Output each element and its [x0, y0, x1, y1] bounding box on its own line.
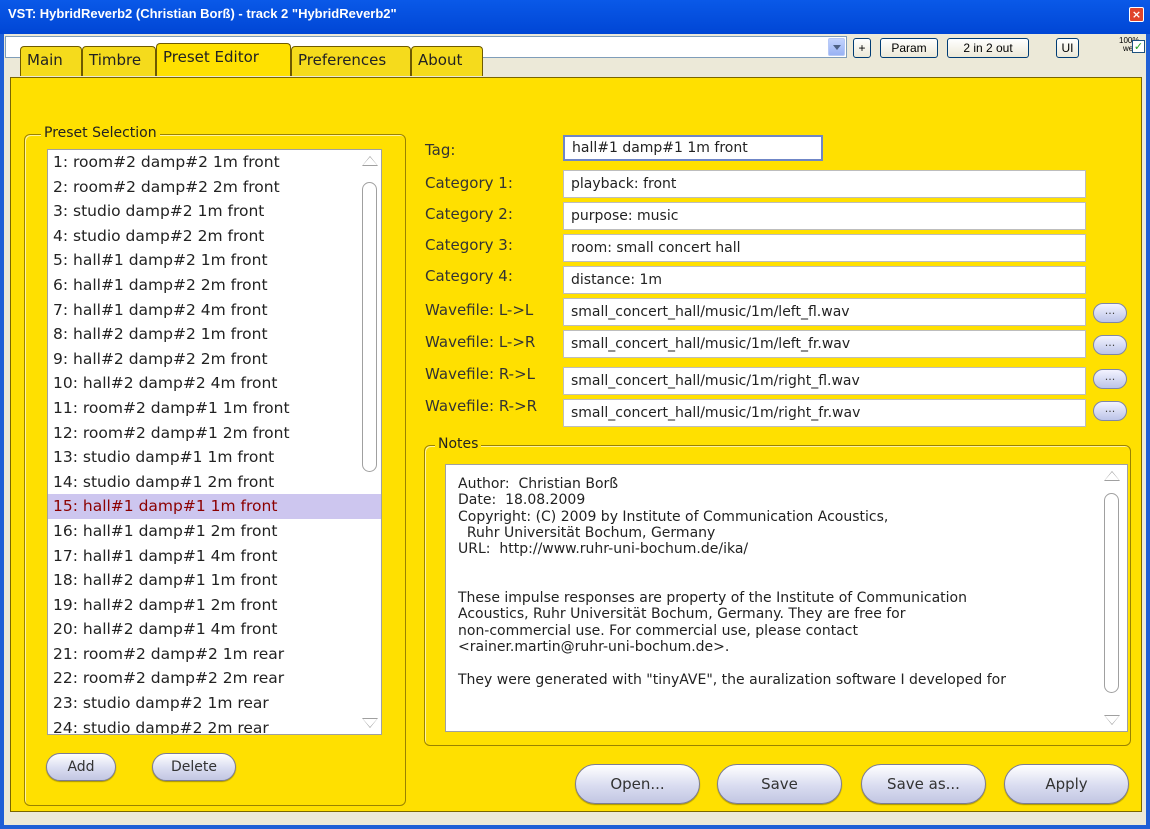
category-2-label: Category 2:	[425, 205, 513, 223]
list-item[interactable]: 22: room#2 damp#2 2m rear	[48, 666, 381, 691]
tag-label: Tag:	[425, 141, 456, 159]
preset-list[interactable]: 1: room#2 damp#2 1m front 2: room#2 damp#…	[47, 149, 382, 735]
wavefile-rr-label: Wavefile: R->R	[425, 397, 538, 415]
list-item[interactable]: 11: room#2 damp#1 1m front	[48, 396, 381, 421]
scroll-up-icon[interactable]	[362, 156, 378, 166]
preset-editor-panel: Preset Selection 1: room#2 damp#2 1m fro…	[10, 77, 1142, 812]
tab-about[interactable]: About	[411, 46, 483, 76]
category-2-input[interactable]: purpose: music	[563, 202, 1086, 230]
wavefile-ll-label: Wavefile: L->L	[425, 301, 534, 319]
list-item[interactable]: 13: studio damp#1 1m front	[48, 445, 381, 470]
list-item[interactable]: 12: room#2 damp#1 2m front	[48, 421, 381, 446]
wavefile-lr-label: Wavefile: L->R	[425, 333, 536, 351]
notes-legend: Notes	[435, 436, 482, 452]
wavefile-rr-input[interactable]: small_concert_hall/music/1m/right_fr.wav	[563, 399, 1086, 427]
tab-timbre[interactable]: Timbre	[82, 46, 156, 76]
tab-preset-editor[interactable]: Preset Editor	[156, 43, 291, 76]
list-item[interactable]: 8: hall#2 damp#2 1m front	[48, 322, 381, 347]
preset-selection-group: Preset Selection 1: room#2 damp#2 1m fro…	[24, 125, 406, 806]
notes-scroll-up-icon[interactable]	[1104, 471, 1120, 481]
category-1-label: Category 1:	[425, 174, 513, 192]
list-item[interactable]: 10: hall#2 damp#2 4m front	[48, 371, 381, 396]
chevron-down-icon[interactable]	[828, 38, 845, 56]
title-bar[interactable]: VST: HybridReverb2 (Christian Borß) - tr…	[0, 0, 1150, 34]
wavefile-rl-input[interactable]: small_concert_hall/music/1m/right_fl.wav	[563, 367, 1086, 395]
list-item[interactable]: 3: studio damp#2 1m front	[48, 199, 381, 224]
browse-rr-button[interactable]: ...	[1093, 401, 1127, 421]
category-3-label: Category 3:	[425, 236, 513, 254]
wavefile-lr-input[interactable]: small_concert_hall/music/1m/left_fr.wav	[563, 330, 1086, 358]
list-item[interactable]: 1: room#2 damp#2 1m front	[48, 150, 381, 175]
notes-line: URL: http://www.ruhr-uni-bochum.de/ika/	[458, 541, 749, 558]
param-button[interactable]: Param	[880, 38, 938, 58]
list-item[interactable]: 21: room#2 damp#2 1m rear	[48, 642, 381, 667]
list-item[interactable]: 9: hall#2 damp#2 2m front	[48, 347, 381, 372]
notes-text: Author: Christian Borß Date: 18.08.2009 Co…	[458, 476, 1006, 688]
preset-list-scrollbar[interactable]	[359, 150, 381, 734]
list-item[interactable]: 7: hall#1 damp#2 4m front	[48, 298, 381, 323]
notes-line: Ruhr Universität Bochum, Germany	[458, 524, 716, 541]
category-4-input[interactable]: distance: 1m	[563, 266, 1086, 294]
notes-scrollbar[interactable]	[1101, 465, 1123, 731]
list-item[interactable]: 5: hall#1 damp#2 1m front	[48, 248, 381, 273]
notes-textarea[interactable]: Author: Christian Borß Date: 18.08.2009 Co…	[445, 464, 1128, 732]
notes-line: These impulse responses are property of …	[458, 590, 967, 607]
save-button[interactable]: Save	[717, 764, 842, 804]
tag-input[interactable]: hall#1 damp#1 1m front	[563, 135, 823, 161]
open-button[interactable]: Open...	[575, 764, 700, 804]
wavefile-rl-label: Wavefile: R->L	[425, 365, 535, 383]
list-item[interactable]: 4: studio damp#2 2m front	[48, 224, 381, 249]
add-button[interactable]: Add	[46, 753, 116, 781]
list-item[interactable]: 19: hall#2 damp#1 2m front	[48, 593, 381, 618]
preset-selection-legend: Preset Selection	[41, 125, 160, 141]
browse-rl-button[interactable]: ...	[1093, 369, 1127, 389]
io-button[interactable]: 2 in 2 out	[947, 38, 1029, 58]
list-item[interactable]: 16: hall#1 damp#1 2m front	[48, 519, 381, 544]
save-as-button[interactable]: Save as...	[861, 764, 986, 804]
window-title: VST: HybridReverb2 (Christian Borß) - tr…	[8, 6, 397, 21]
category-4-label: Category 4:	[425, 267, 513, 285]
category-3-input[interactable]: room: small concert hall	[563, 234, 1086, 262]
list-item[interactable]: 23: studio damp#2 1m rear	[48, 691, 381, 716]
browse-ll-button[interactable]: ...	[1093, 303, 1127, 323]
notes-scroll-thumb[interactable]	[1104, 493, 1119, 693]
notes-line: Date: 18.08.2009	[458, 492, 586, 509]
notes-line: They were generated with "tinyAVE", the …	[458, 671, 1006, 688]
wavefile-ll-input[interactable]: small_concert_hall/music/1m/left_fl.wav	[563, 298, 1086, 326]
list-item[interactable]: 6: hall#1 damp#2 2m front	[48, 273, 381, 298]
notes-line: Author: Christian Borß	[458, 476, 619, 492]
notes-line	[458, 655, 1006, 671]
close-icon[interactable]: ×	[1129, 7, 1144, 22]
preset-items: 1: room#2 damp#2 1m front 2: room#2 damp#…	[48, 150, 381, 734]
category-1-input[interactable]: playback: front	[563, 170, 1086, 198]
notes-line: Acoustics, Ruhr Universität Bochum, Germ…	[458, 606, 906, 623]
apply-button[interactable]: Apply	[1004, 764, 1129, 804]
plus-button[interactable]: +	[853, 38, 871, 58]
notes-line: non-commercial use. For commercial use, …	[458, 622, 858, 639]
list-item[interactable]: 24: studio damp#2 2m rear	[48, 716, 381, 734]
ui-button[interactable]: UI	[1056, 38, 1079, 58]
tab-preferences[interactable]: Preferences	[291, 46, 411, 76]
tab-main[interactable]: Main	[20, 46, 82, 76]
notes-scroll-down-icon[interactable]	[1104, 715, 1120, 725]
list-item[interactable]: 20: hall#2 damp#1 4m front	[48, 617, 381, 642]
scroll-down-icon[interactable]	[362, 718, 378, 728]
scroll-thumb[interactable]	[362, 182, 377, 472]
notes-line	[458, 574, 1006, 590]
notes-line: Copyright: (C) 2009 by Institute of Comm…	[458, 508, 889, 525]
delete-button[interactable]: Delete	[152, 753, 236, 781]
list-item-selected[interactable]: 15: hall#1 damp#1 1m front	[48, 494, 381, 519]
browse-lr-button[interactable]: ...	[1093, 335, 1127, 355]
list-item[interactable]: 17: hall#1 damp#1 4m front	[48, 544, 381, 569]
notes-group: Notes Author: Christian Borß Date: 18.08.…	[424, 436, 1131, 746]
list-item[interactable]: 18: hall#2 damp#1 1m front	[48, 568, 381, 593]
wet-checkbox[interactable]: ✓	[1132, 40, 1145, 53]
list-item[interactable]: 14: studio damp#1 2m front	[48, 470, 381, 495]
list-item[interactable]: 2: room#2 damp#2 2m front	[48, 175, 381, 200]
notes-line: <rainer.martin@ruhr-uni-bochum.de>.	[458, 638, 730, 655]
notes-line	[458, 557, 1006, 573]
